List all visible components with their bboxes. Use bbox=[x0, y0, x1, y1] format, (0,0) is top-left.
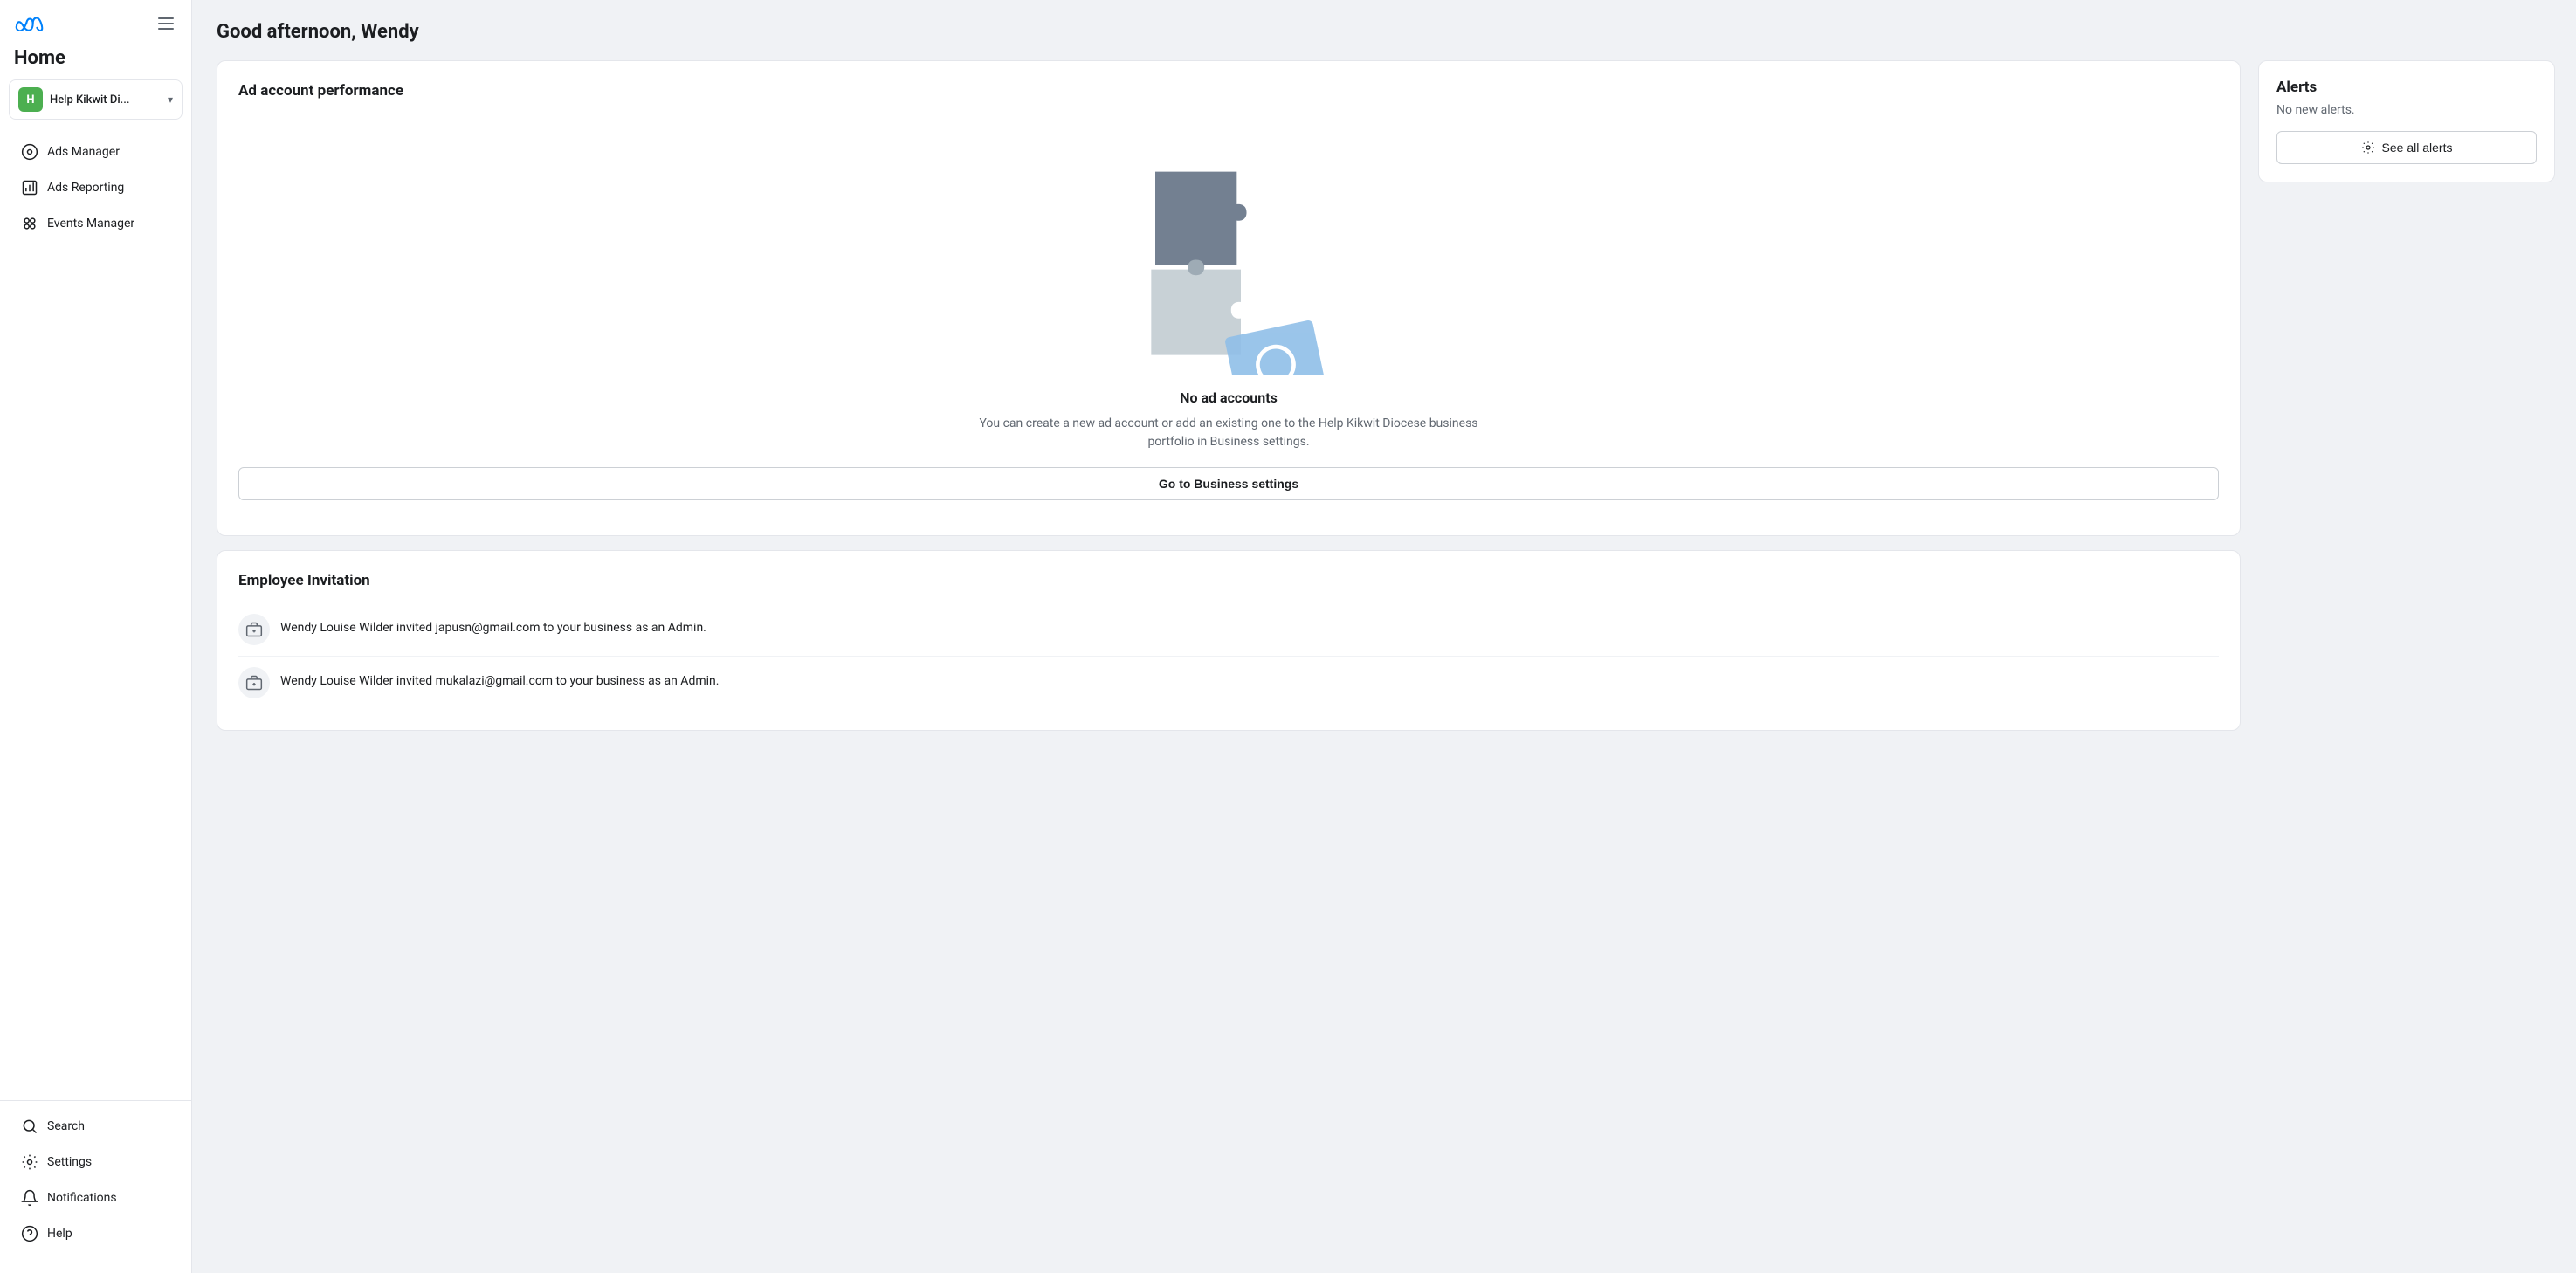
employee-invitation-card: Employee Invitation Wendy Louise Wilder … bbox=[217, 550, 2241, 731]
help-icon bbox=[21, 1225, 38, 1242]
sidebar-item-ads-reporting[interactable]: Ads Reporting bbox=[7, 170, 184, 205]
ad-performance-title: Ad account performance bbox=[238, 82, 2219, 100]
invitation-icon-2 bbox=[238, 667, 270, 698]
ad-performance-card: Ad account performance bbox=[217, 60, 2241, 536]
sidebar-item-notifications[interactable]: Notifications bbox=[7, 1180, 184, 1215]
sidebar-item-ads-manager[interactable]: Ads Manager bbox=[7, 134, 184, 169]
meta-logo-icon bbox=[14, 16, 45, 31]
sidebar-bottom: Search Settings Notifications He bbox=[0, 1100, 191, 1259]
invitation-icon-1 bbox=[238, 614, 270, 645]
see-all-alerts-button[interactable]: See all alerts bbox=[2276, 131, 2537, 164]
search-label: Search bbox=[47, 1119, 85, 1133]
sidebar-item-help[interactable]: Help bbox=[7, 1216, 184, 1251]
no-accounts-title: No ad accounts bbox=[1180, 389, 1278, 406]
settings-icon bbox=[21, 1153, 38, 1171]
employee-invitation-title: Employee Invitation bbox=[238, 572, 2219, 589]
sidebar-item-settings[interactable]: Settings bbox=[7, 1145, 184, 1180]
alerts-title: Alerts bbox=[2276, 79, 2537, 96]
notifications-label: Notifications bbox=[47, 1191, 117, 1205]
go-to-business-settings-button[interactable]: Go to Business settings bbox=[238, 467, 2219, 500]
home-title: Home bbox=[0, 44, 191, 79]
greeting: Good afternoon, Wendy bbox=[217, 21, 2555, 43]
invitation-item: Wendy Louise Wilder invited japusn@gmail… bbox=[238, 603, 2219, 657]
sidebar-header bbox=[0, 14, 191, 44]
gear-icon bbox=[2361, 141, 2375, 155]
sidebar: Home H Help Kikwit Di... ▾ Ads Manager A… bbox=[0, 0, 192, 1273]
notifications-icon bbox=[21, 1189, 38, 1207]
content-layout: Ad account performance bbox=[217, 60, 2555, 731]
sidebar-item-search[interactable]: Search bbox=[7, 1109, 184, 1144]
search-icon bbox=[21, 1118, 38, 1135]
account-selector[interactable]: H Help Kikwit Di... ▾ bbox=[9, 79, 183, 120]
see-all-alerts-label: See all alerts bbox=[2382, 141, 2453, 155]
nav-section: Ads Manager Ads Reporting bbox=[0, 134, 191, 1093]
account-avatar: H bbox=[18, 87, 43, 112]
hamburger-button[interactable] bbox=[155, 14, 177, 33]
ads-manager-icon bbox=[21, 143, 38, 161]
account-name: Help Kikwit Di... bbox=[50, 93, 161, 107]
ads-reporting-icon bbox=[21, 179, 38, 196]
settings-label: Settings bbox=[47, 1155, 92, 1169]
alerts-panel: Alerts No new alerts. See all alerts bbox=[2258, 60, 2555, 182]
no-accounts-desc: You can create a new ad account or add a… bbox=[975, 415, 1482, 451]
sidebar-item-events-manager[interactable]: Events Manager bbox=[7, 206, 184, 241]
events-manager-label: Events Manager bbox=[47, 217, 134, 231]
invitation-text-1: Wendy Louise Wilder invited japusn@gmail… bbox=[280, 614, 706, 637]
puzzle-illustration bbox=[1106, 131, 1351, 375]
meta-logo bbox=[14, 16, 45, 31]
ads-manager-label: Ads Manager bbox=[47, 145, 120, 159]
events-manager-icon bbox=[21, 215, 38, 232]
ads-reporting-label: Ads Reporting bbox=[47, 181, 124, 195]
chevron-down-icon: ▾ bbox=[168, 93, 173, 106]
main-content: Good afternoon, Wendy Ad account perform… bbox=[192, 0, 2576, 1273]
invitation-text-2: Wendy Louise Wilder invited mukalazi@gma… bbox=[280, 667, 719, 691]
no-accounts-area: No ad accounts You can create a new ad a… bbox=[238, 114, 2219, 514]
content-main: Ad account performance bbox=[217, 60, 2241, 731]
help-label: Help bbox=[47, 1227, 72, 1241]
alerts-empty: No new alerts. bbox=[2276, 103, 2537, 117]
invitation-item-2: Wendy Louise Wilder invited mukalazi@gma… bbox=[238, 657, 2219, 709]
